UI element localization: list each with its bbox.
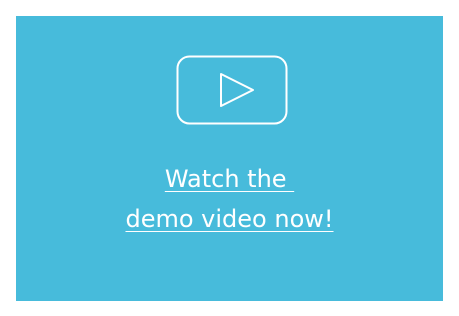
watch-demo-link[interactable]: Watch the demo video now! xyxy=(16,159,443,239)
cta-line-1: Watch the xyxy=(164,165,295,193)
play-icon xyxy=(176,55,288,125)
cta-line-2: demo video now! xyxy=(125,205,334,233)
play-button[interactable] xyxy=(176,55,288,125)
video-promo-card: Watch the demo video now! xyxy=(16,16,443,301)
